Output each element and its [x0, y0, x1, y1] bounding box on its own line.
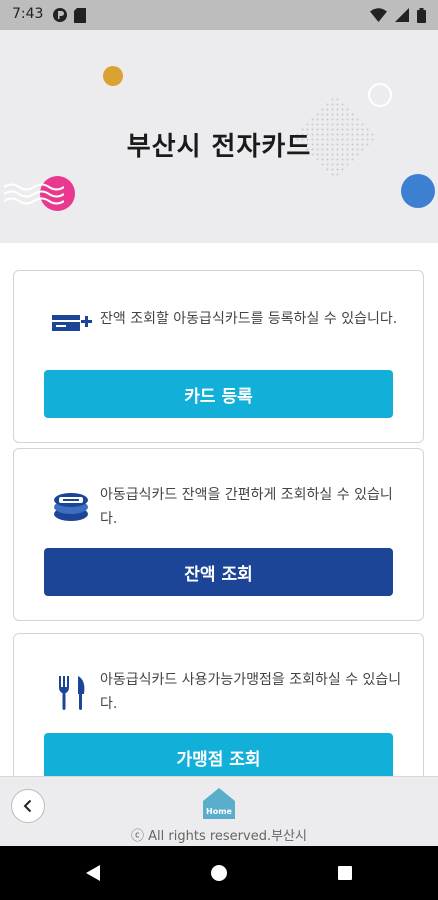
balance-inquiry-button[interactable]: 잔액 조회: [44, 548, 393, 596]
home-label: Home: [206, 807, 233, 816]
status-bar: 7:43: [0, 0, 438, 30]
nav-back-button[interactable]: [80, 860, 106, 886]
recents-square-icon: [338, 866, 352, 880]
nav-recents-button[interactable]: [332, 860, 358, 886]
card-merchant-description: 아동급식카드 사용가능가맹점을 조회하실 수 있습니다.: [100, 672, 402, 712]
card-balance-description: 아동급식카드 잔액을 간편하게 조회하실 수 있습니다.: [100, 487, 393, 527]
signal-icon: [395, 8, 409, 22]
wave-lines-decoration: [4, 183, 64, 205]
blue-circle-decoration: [401, 174, 435, 208]
card-register: 잔액 조회할 아동급식카드를 등록하실 수 있습니다. 카드 등록: [13, 270, 424, 443]
data-saver-icon: [53, 8, 67, 22]
back-triangle-icon: [86, 865, 100, 881]
merchant-inquiry-button[interactable]: 가맹점 조회: [44, 733, 393, 781]
card-register-button[interactable]: 카드 등록: [44, 370, 393, 418]
chevron-left-icon: [23, 799, 32, 813]
home-icon: Home: [203, 788, 235, 819]
header-banner: 부산시 전자카드: [0, 30, 438, 243]
balance-wallet-icon: [54, 493, 88, 521]
sd-card-icon: [74, 7, 86, 23]
page-title: 부산시 전자카드: [126, 132, 312, 162]
battery-icon: [417, 7, 426, 23]
home-circle-icon: [211, 865, 227, 881]
wifi-icon: [370, 8, 387, 22]
navigation-bar: [0, 846, 438, 900]
footer: Home ⓒ All rights reserved.부산시: [0, 776, 438, 846]
card-merchant: 아동급식카드 사용가능가맹점을 조회하실 수 있습니다. 가맹점 조회: [13, 633, 424, 793]
status-time: 7:43: [12, 6, 44, 22]
copyright-text: ⓒ All rights reserved.부산시: [131, 829, 307, 844]
back-button[interactable]: [11, 789, 45, 823]
card-register-icon: [52, 315, 92, 331]
fork-knife-icon: [59, 676, 85, 710]
nav-home-button[interactable]: [206, 860, 232, 886]
card-balance: 아동급식카드 잔액을 간편하게 조회하실 수 있습니다. 잔액 조회: [13, 448, 424, 621]
gold-dot-decoration: [103, 66, 123, 86]
card-register-description: 잔액 조회할 아동급식카드를 등록하실 수 있습니다.: [100, 311, 398, 327]
home-button[interactable]: Home: [201, 785, 237, 821]
